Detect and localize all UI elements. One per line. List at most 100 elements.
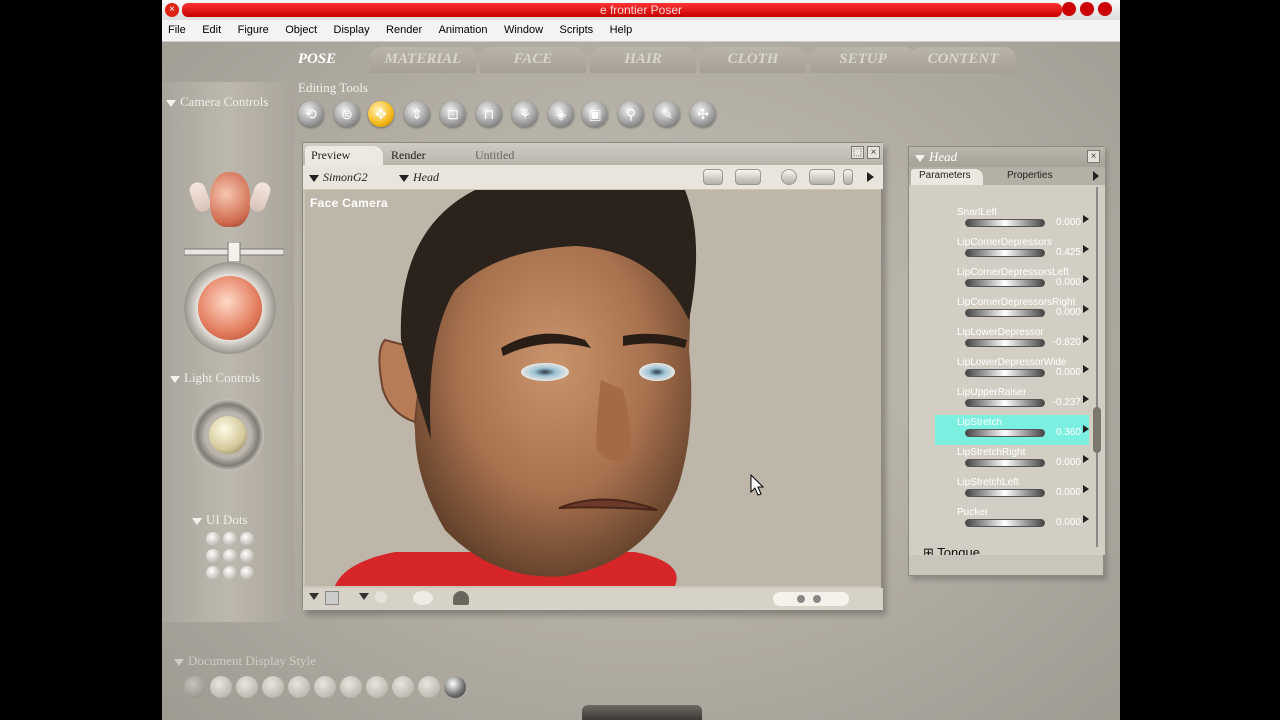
- direct-manipulation-tool-icon[interactable]: ✣: [690, 101, 716, 127]
- morphing-tool-icon[interactable]: ✎: [654, 101, 680, 127]
- parameter-group-tongue[interactable]: ⊞ Tongue: [923, 545, 980, 555]
- param-value[interactable]: 0.000: [1045, 277, 1081, 288]
- param-dial[interactable]: [965, 489, 1045, 497]
- tab-preview[interactable]: Preview: [305, 146, 383, 165]
- ui-dot[interactable]: [240, 566, 254, 580]
- ground-shadow-icon[interactable]: [453, 591, 469, 605]
- rotate-view-icon[interactable]: [781, 169, 797, 185]
- parameter-row[interactable]: LipLowerDepressorWide 0.000: [935, 355, 1089, 385]
- room-tab-material[interactable]: MATERIAL: [370, 47, 476, 73]
- twist-tool-icon[interactable]: ⊜: [334, 101, 360, 127]
- ui-dot[interactable]: [206, 566, 220, 580]
- room-tab-cloth[interactable]: CLOTH: [700, 47, 806, 73]
- scale-tool-icon[interactable]: ⊡: [440, 101, 466, 127]
- menu-object[interactable]: Object: [279, 20, 323, 36]
- param-menu-arrow-icon[interactable]: [1083, 395, 1089, 403]
- chain-break-tool-icon[interactable]: ⚘: [512, 101, 538, 127]
- translate-in-out-tool-icon[interactable]: ⇕: [404, 101, 430, 127]
- room-tab-face[interactable]: FACE: [480, 47, 586, 73]
- param-menu-arrow-icon[interactable]: [1083, 485, 1089, 493]
- param-value[interactable]: 0.425: [1045, 247, 1081, 258]
- cartoon-line-style-icon[interactable]: [392, 676, 414, 698]
- tab-parameters[interactable]: Parameters: [911, 169, 983, 185]
- parameter-row[interactable]: SnarlLeft 0.000: [935, 205, 1089, 235]
- grouping-tool-icon[interactable]: ▣: [582, 101, 608, 127]
- room-tab-hair[interactable]: HAIR: [590, 47, 696, 73]
- ui-dots-label[interactable]: UI Dots: [192, 512, 248, 528]
- param-menu-arrow-icon[interactable]: [1083, 335, 1089, 343]
- wireframe-style-icon[interactable]: [236, 676, 258, 698]
- trackball-head-icon[interactable]: [198, 276, 262, 340]
- param-menu-arrow-icon[interactable]: [1083, 275, 1089, 283]
- tab-render[interactable]: Render: [385, 146, 463, 165]
- param-value[interactable]: 0.000: [1045, 307, 1081, 318]
- parameter-row[interactable]: LipStretchLeft 0.000: [935, 475, 1089, 505]
- smooth-shaded-style-icon[interactable]: [418, 676, 440, 698]
- camera-controls-widget[interactable]: [187, 162, 273, 252]
- collapse-triangle-icon[interactable]: [174, 658, 184, 666]
- room-tab-pose[interactable]: POSE: [282, 47, 352, 73]
- collapse-triangle-icon[interactable]: [915, 154, 925, 162]
- param-dial[interactable]: [965, 429, 1045, 437]
- room-tab-content[interactable]: CONTENT: [910, 47, 1016, 73]
- room-tab-setup[interactable]: SETUP: [810, 47, 916, 73]
- param-dial[interactable]: [965, 249, 1045, 257]
- taper-tool-icon[interactable]: ⊓: [476, 101, 502, 127]
- ui-dot[interactable]: [223, 532, 237, 546]
- 3d-viewport[interactable]: Face Camera: [305, 190, 881, 586]
- parameters-scrollbar[interactable]: [1093, 187, 1101, 547]
- parameter-row[interactable]: LipUpperRaiser -0.237: [935, 385, 1089, 415]
- minimize-icon[interactable]: [1062, 2, 1076, 16]
- parameter-row[interactable]: LipCornerDepressorsLeft 0.000: [935, 265, 1089, 295]
- parameter-row[interactable]: Pucker 0.000: [935, 505, 1089, 535]
- camera-hand-left-icon[interactable]: [187, 180, 213, 214]
- view-magnifier-icon[interactable]: ⚲: [618, 101, 644, 127]
- param-value[interactable]: 0.360: [1045, 427, 1081, 438]
- bottom-drawer-handle[interactable]: [582, 705, 702, 720]
- camera-trackball[interactable]: [184, 262, 276, 354]
- light-ball-icon[interactable]: [209, 416, 247, 454]
- param-dial[interactable]: [965, 519, 1045, 527]
- parameter-row[interactable]: LipCornerDepressors 0.425: [935, 235, 1089, 265]
- param-menu-arrow-icon[interactable]: [1083, 425, 1089, 433]
- depth-cue-icon[interactable]: [413, 591, 433, 605]
- maximize-preview-icon[interactable]: ⬚: [851, 146, 864, 159]
- menu-window[interactable]: Window: [498, 20, 549, 36]
- collapse-triangle-icon[interactable]: [166, 99, 176, 107]
- close-icon[interactable]: [1098, 2, 1112, 16]
- ui-dot[interactable]: [240, 549, 254, 563]
- menu-file[interactable]: File: [162, 20, 192, 36]
- flat-lined-style-icon[interactable]: [340, 676, 362, 698]
- camera-head-icon[interactable]: [210, 172, 250, 227]
- param-value[interactable]: 0.000: [1045, 457, 1081, 468]
- shadow-menu-arrow-icon[interactable]: [359, 593, 369, 600]
- menu-display[interactable]: Display: [328, 20, 376, 36]
- move-view-icon[interactable]: [809, 169, 835, 185]
- parameter-row[interactable]: LipLowerDepressor -0.820: [935, 325, 1089, 355]
- collapse-triangle-icon[interactable]: [170, 375, 180, 383]
- camera-move-cross-icon[interactable]: [184, 242, 284, 262]
- param-value[interactable]: 0.000: [1045, 217, 1081, 228]
- param-value[interactable]: -0.237: [1045, 397, 1081, 408]
- maximize-icon[interactable]: [1080, 2, 1094, 16]
- parameters-panel-title[interactable]: Head: [915, 149, 957, 165]
- menu-figure[interactable]: Figure: [232, 20, 275, 36]
- param-dial[interactable]: [965, 339, 1045, 347]
- param-value[interactable]: 0.000: [1045, 517, 1081, 528]
- close-panel-icon[interactable]: ×: [1087, 150, 1100, 163]
- param-menu-arrow-icon[interactable]: [1083, 215, 1089, 223]
- background-color-icon[interactable]: [325, 591, 339, 605]
- param-menu-arrow-icon[interactable]: [1083, 515, 1089, 523]
- light-controls-label[interactable]: Light Controls: [170, 370, 260, 386]
- param-dial[interactable]: [965, 279, 1045, 287]
- param-value[interactable]: 0.000: [1045, 487, 1081, 498]
- ui-dot[interactable]: [240, 532, 254, 546]
- figure-select[interactable]: SimonG2: [309, 170, 368, 185]
- param-value[interactable]: 0.000: [1045, 367, 1081, 378]
- scale-view-icon[interactable]: [843, 169, 853, 185]
- collapse-triangle-icon[interactable]: [192, 517, 202, 525]
- color-tool-icon[interactable]: ◈: [548, 101, 574, 127]
- param-dial[interactable]: [965, 369, 1045, 377]
- param-menu-arrow-icon[interactable]: [1083, 305, 1089, 313]
- shadow-color-icon[interactable]: [375, 591, 387, 603]
